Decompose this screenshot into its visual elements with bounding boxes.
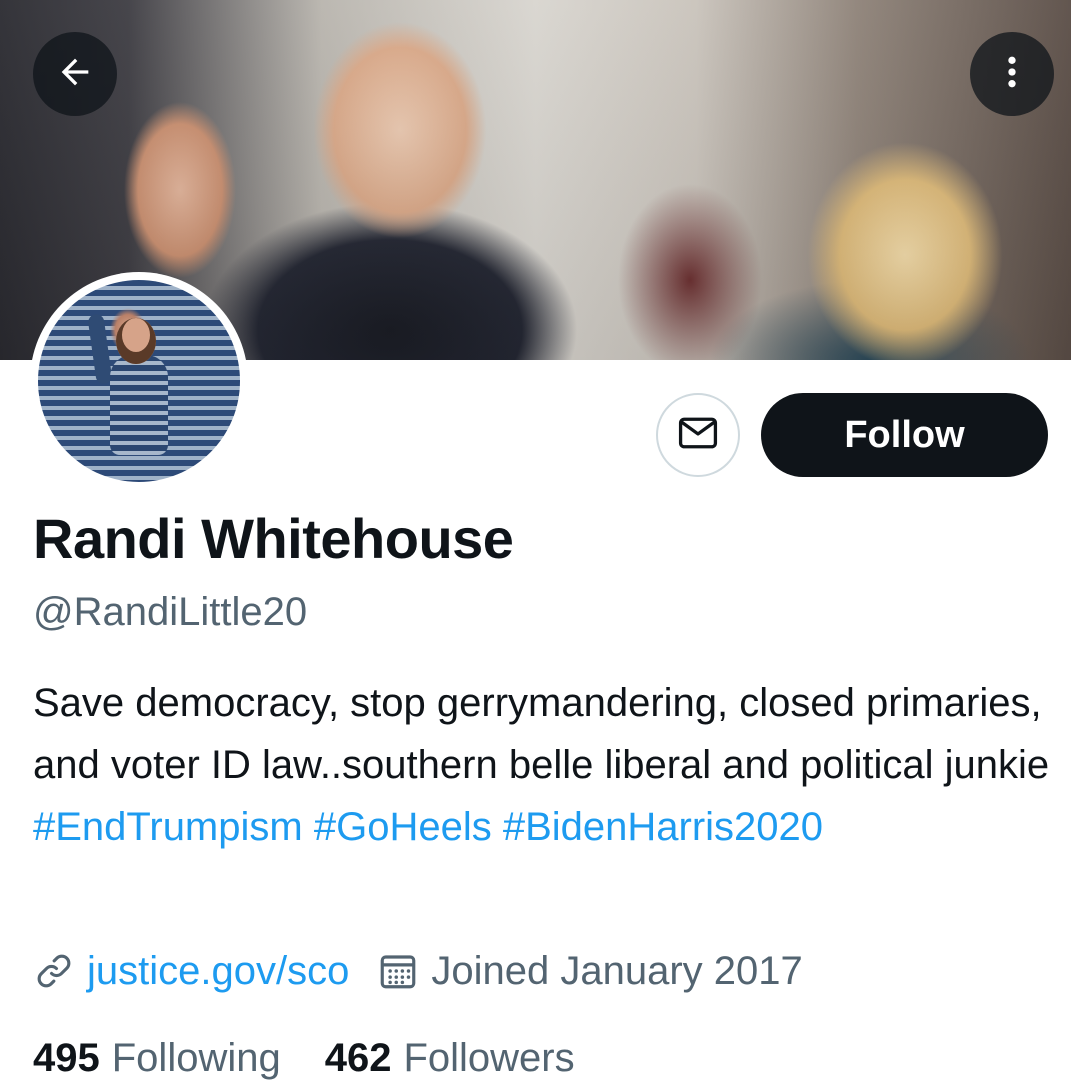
following-count: 495: [33, 1035, 100, 1080]
calendar-icon: [377, 950, 419, 992]
website-link[interactable]: justice.gov/sco: [87, 949, 349, 994]
following-label: Following: [111, 1035, 281, 1080]
profile-meta: justice.gov/sco Joined January 2017: [33, 943, 803, 999]
more-options-button[interactable]: [970, 32, 1054, 116]
following-link[interactable]: 495 Following: [33, 1036, 281, 1081]
message-button[interactable]: [656, 393, 740, 477]
bio-text: Save democracy, stop gerrymandering, clo…: [33, 681, 1050, 787]
avatar-image: [38, 280, 240, 482]
hashtag-link[interactable]: #BidenHarris2020: [503, 805, 823, 849]
arrow-left-icon: [55, 52, 95, 97]
envelope-icon: [676, 411, 720, 460]
back-button[interactable]: [33, 32, 117, 116]
profile-page: Follow Randi Whitehouse @RandiLittle20 S…: [0, 0, 1071, 1090]
followers-label: Followers: [403, 1035, 575, 1080]
more-vertical-icon: [992, 52, 1032, 97]
follow-button[interactable]: Follow: [761, 393, 1048, 477]
profile-bio: Save democracy, stop gerrymandering, clo…: [33, 672, 1053, 858]
profile-name: Randi Whitehouse: [33, 507, 514, 570]
link-icon: [33, 950, 75, 992]
profile-handle: @RandiLittle20: [33, 590, 308, 634]
hashtag-link[interactable]: #GoHeels: [314, 805, 492, 849]
followers-link[interactable]: 462 Followers: [325, 1036, 575, 1081]
joined-date: Joined January 2017: [431, 948, 803, 993]
profile-stats: 495 Following 462 Followers: [33, 1030, 575, 1086]
hashtag-link[interactable]: #EndTrumpism: [33, 805, 303, 849]
followers-count: 462: [324, 1035, 392, 1080]
avatar[interactable]: [30, 272, 248, 490]
